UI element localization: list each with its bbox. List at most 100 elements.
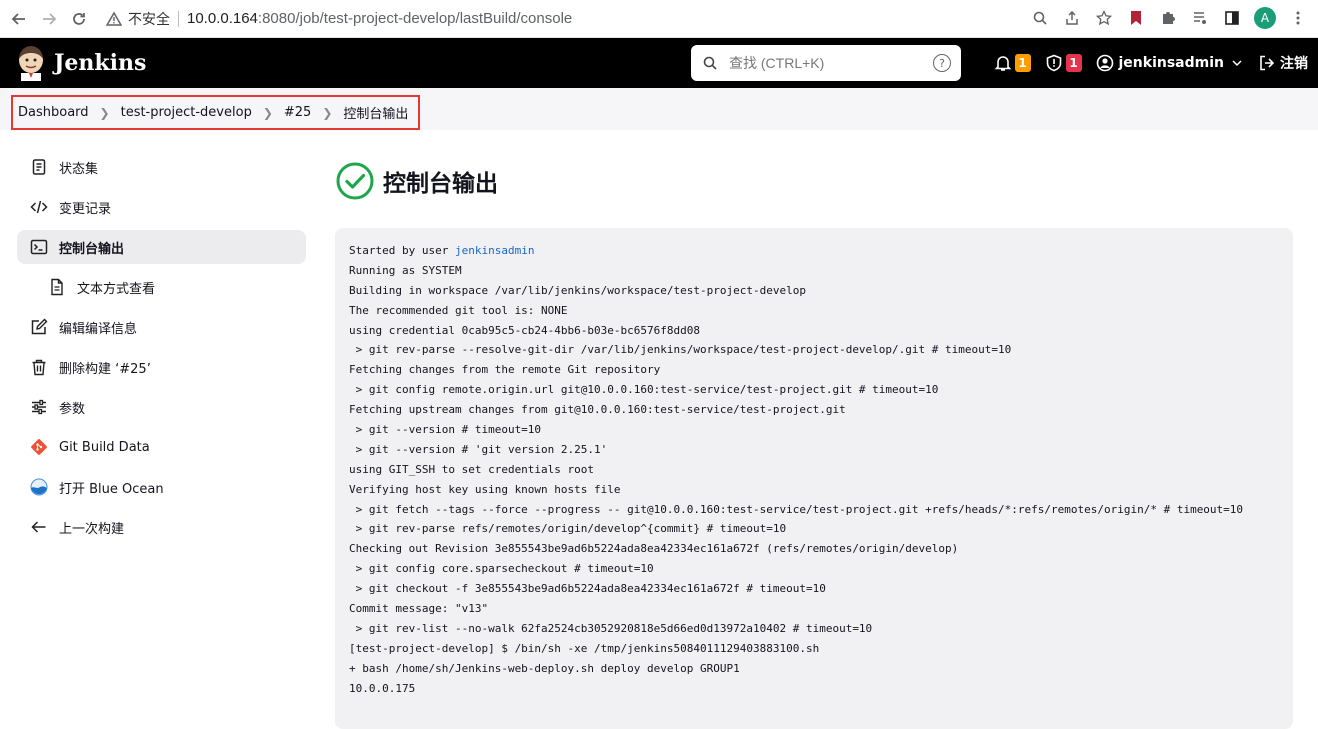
logout-button[interactable]: 注销 xyxy=(1258,53,1308,73)
trash-icon xyxy=(29,357,49,377)
search-help-icon[interactable]: ? xyxy=(933,54,951,72)
chevron-down-icon xyxy=(1232,60,1242,67)
browser-toolbar: 不安全 10.0.0.164:8080/job/test-project-dev… xyxy=(0,0,1318,38)
search-box[interactable]: ? xyxy=(691,45,961,81)
back-button[interactable] xyxy=(8,8,30,30)
header-actions: 1 1 jenkinsadmin 注销 xyxy=(980,38,1308,88)
console-line: + bash /home/sh/Jenkins-web-deploy.sh de… xyxy=(349,661,740,675)
console-line: 10.0.0.175 xyxy=(349,681,416,695)
git-icon xyxy=(29,437,49,457)
console-output[interactable]: Started by user jenkinsadmin Running as … xyxy=(335,228,1293,729)
user-menu[interactable]: jenkinsadmin xyxy=(1096,54,1245,72)
forward-button[interactable] xyxy=(38,8,60,30)
terminal-icon xyxy=(29,237,49,257)
sidebar-item-previous-build[interactable]: 上一次构建 xyxy=(17,510,306,544)
edit-icon xyxy=(29,317,49,337)
sidebar-item-parameters[interactable]: 参数 xyxy=(17,390,306,424)
url-path: :8080/job/test-project-develop/lastBuild… xyxy=(257,10,573,27)
chevron-right-icon: ❯ xyxy=(99,105,110,120)
console-line: > git checkout -f 3e855543be9ad6b5224ada… xyxy=(349,582,826,596)
document-icon xyxy=(29,157,49,177)
sliders-icon xyxy=(29,397,49,417)
console-line: Verifying host key using known hosts fil… xyxy=(349,482,621,496)
breadcrumb-build[interactable]: #25 xyxy=(284,105,311,120)
success-check-icon xyxy=(336,162,374,200)
sidebar-item-edit-build-info[interactable]: 编辑编译信息 xyxy=(17,310,306,344)
file-text-icon xyxy=(47,277,67,297)
playlist-icon xyxy=(1194,12,1206,24)
console-line: Fetching upstream changes from git@10.0.… xyxy=(349,403,846,417)
console-line: Commit message: "v13" xyxy=(349,602,489,616)
console-line: > git rev-parse --resolve-git-dir /var/l… xyxy=(349,343,1012,357)
reload-icon xyxy=(73,12,85,25)
sidebar-item-label: 上一次构建 xyxy=(59,521,125,537)
console-line: Running as SYSTEM xyxy=(349,263,462,277)
search-icon xyxy=(703,56,717,70)
console-line: > git config core.sparsecheckout # timeo… xyxy=(349,562,654,576)
security-label: 不安全 xyxy=(128,11,170,28)
console-line: > git fetch --tags --force --progress --… xyxy=(349,502,1244,516)
side-panel-button[interactable] xyxy=(1222,8,1242,28)
console-line: > git rev-parse refs/remotes/origin/deve… xyxy=(349,522,787,536)
puzzle-icon xyxy=(1163,12,1175,24)
jenkins-header: Jenkins ? 1 1 jenkinsadmin 注销 xyxy=(0,38,1318,88)
blue-ocean-icon xyxy=(29,477,49,497)
security-indicator[interactable]: 不安全 xyxy=(106,9,170,29)
extensions-button[interactable] xyxy=(1158,8,1178,28)
sidebar-item-open-blue-ocean[interactable]: 打开 Blue Ocean xyxy=(17,470,306,504)
share-button[interactable] xyxy=(1062,8,1082,28)
sidebar-item-view-as-text[interactable]: 文本方式查看 xyxy=(17,270,306,304)
notifications-badge: 1 xyxy=(1014,54,1031,72)
sidebar-item-label: 文本方式查看 xyxy=(77,281,156,297)
security-alerts-button[interactable]: 1 xyxy=(1045,54,1082,72)
console-line: using GIT_SSH to set credentials root xyxy=(349,462,595,476)
sidebar-item-label: Git Build Data xyxy=(59,439,150,455)
media-button[interactable] xyxy=(1190,8,1210,28)
sidebar-item-label: 打开 Blue Ocean xyxy=(59,481,164,497)
breadcrumb-dashboard[interactable]: Dashboard xyxy=(18,105,89,120)
sidebar-item-git-build-data[interactable]: Git Build Data xyxy=(17,430,306,464)
console-line: Building in workspace /var/lib/jenkins/w… xyxy=(349,283,806,297)
code-icon xyxy=(29,197,49,217)
notifications-button[interactable]: 1 xyxy=(994,54,1031,72)
sidebar-item-label: 变更记录 xyxy=(59,201,112,217)
sidebar-item-delete-build[interactable]: 删除构建 ‘#25’ xyxy=(17,350,306,384)
extension-bookmark-button[interactable] xyxy=(1126,8,1146,28)
shield-icon xyxy=(1046,54,1061,72)
zoom-button[interactable] xyxy=(1030,8,1050,28)
sidebar-item-label: 状态集 xyxy=(59,161,99,177)
url-host: 10.0.0.164 xyxy=(187,10,258,27)
bookmark-icon xyxy=(1131,11,1141,25)
sidebar-item-label: 编辑编译信息 xyxy=(59,321,138,337)
breadcrumb-console[interactable]: 控制台输出 xyxy=(343,103,408,122)
logout-label: 注销 xyxy=(1280,56,1308,72)
share-icon xyxy=(1066,10,1078,25)
chevron-right-icon: ❯ xyxy=(322,105,333,120)
breadcrumb-bar: Dashboard ❯ test-project-develop ❯ #25 ❯… xyxy=(0,88,1318,130)
search-input[interactable] xyxy=(729,55,929,71)
sidebar-item-label: 删除构建 ‘#25’ xyxy=(59,361,151,377)
chevron-right-icon: ❯ xyxy=(262,105,273,120)
profile-avatar[interactable]: A xyxy=(1254,7,1276,29)
address-bar[interactable]: 不安全 10.0.0.164:8080/job/test-project-dev… xyxy=(106,5,1026,33)
console-line: > git --version # 'git version 2.25.1' xyxy=(349,442,608,456)
reload-button[interactable] xyxy=(68,8,90,30)
console-line: [test-project-develop] $ /bin/sh -xe /tm… xyxy=(349,641,820,655)
sidebar-item-changes[interactable]: 变更记录 xyxy=(17,190,306,224)
console-line: Started by user jenkinsadmin xyxy=(349,241,1279,261)
console-line: using credential 0cab95c5-cb24-4bb6-b03e… xyxy=(349,323,700,337)
jenkins-title[interactable]: Jenkins xyxy=(54,50,146,76)
more-vert-icon xyxy=(1296,11,1300,25)
console-line-prefix: Started by user xyxy=(349,244,455,257)
sidebar-item-status[interactable]: 状态集 xyxy=(17,150,306,184)
console-line: > git rev-list --no-walk 62fa2524cb30529… xyxy=(349,621,873,635)
breadcrumb-job[interactable]: test-project-develop xyxy=(121,105,252,120)
bookmark-star-button[interactable] xyxy=(1094,8,1114,28)
page-title-area: 控制台输出 xyxy=(336,162,498,200)
console-user-link[interactable]: jenkinsadmin xyxy=(455,244,534,257)
sidebar-item-console-output[interactable]: 控制台输出 xyxy=(17,230,306,264)
sidebar: 状态集 变更记录 控制台输出 文本方式查看 编辑编译信息 删除构建 ‘#25’ … xyxy=(17,150,306,550)
browser-menu-button[interactable] xyxy=(1288,8,1308,28)
console-line: > git --version # timeout=10 xyxy=(349,423,542,437)
jenkins-logo-icon[interactable] xyxy=(16,45,46,81)
